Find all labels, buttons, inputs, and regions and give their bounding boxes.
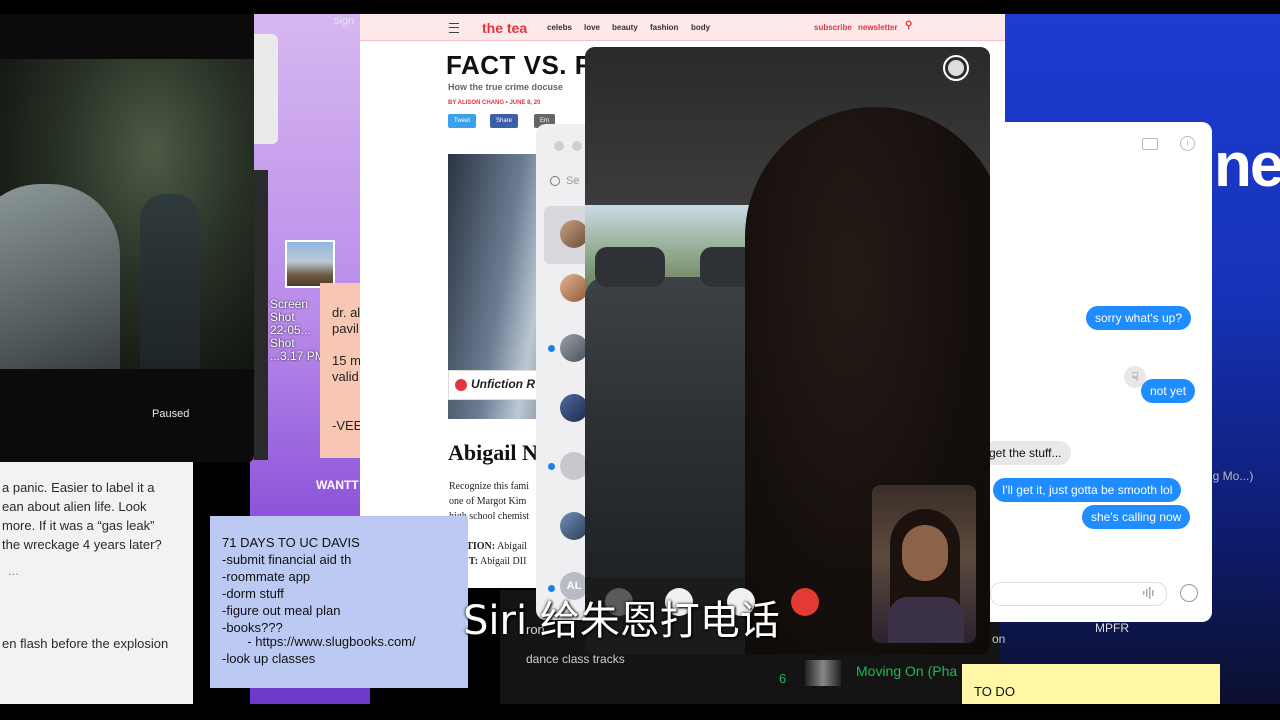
share-button[interactable]: Share xyxy=(490,114,519,128)
self-view-pip[interactable] xyxy=(872,485,976,643)
pip-face xyxy=(902,525,948,581)
playback-status: Paused xyxy=(152,408,190,420)
sticky-line: pavil xyxy=(332,321,359,336)
wallpaper-big-text: ne xyxy=(1214,131,1280,200)
sticky-line: -figure out meal plan xyxy=(222,603,341,618)
sticky-note-purple[interactable]: 71 DAYS TO UC DAVIS -submit financial ai… xyxy=(210,516,468,688)
nav-link-beauty[interactable]: beauty xyxy=(612,23,638,32)
note-line: a panic. Easier to label it a xyxy=(2,480,155,495)
tea-cup-icon xyxy=(455,379,467,391)
notes-window[interactable]: a panic. Easier to label it a ean about … xyxy=(0,462,193,704)
search-icon[interactable] xyxy=(550,176,560,186)
desktop-file-label: WANTT xyxy=(316,478,359,492)
message-input[interactable] xyxy=(990,582,1167,606)
video-subtitle: Siri 给朱恩打电话 xyxy=(463,598,780,644)
audio-waveform-icon[interactable] xyxy=(1142,586,1156,600)
message-bubble-received: get the stuff... xyxy=(990,441,1071,465)
sticky-note-yellow[interactable]: TO DO xyxy=(962,664,1220,708)
music-column-text: on xyxy=(992,632,1006,646)
avatar[interactable] xyxy=(560,512,586,540)
nav-link-fashion[interactable]: fashion xyxy=(650,23,678,32)
note-line: ... xyxy=(8,563,19,578)
nav-link-love[interactable]: love xyxy=(584,23,600,32)
newsletter-link[interactable]: newsletter xyxy=(858,23,898,32)
image-caption-brand: Unfiction R xyxy=(471,377,535,391)
background-window[interactable] xyxy=(254,34,278,144)
article-headline: FACT VS. F xyxy=(446,50,592,80)
info-icon[interactable]: i xyxy=(1180,136,1195,151)
fact-text: Abigail DII xyxy=(480,556,527,567)
message-bubble-sent: not yet xyxy=(1141,379,1196,403)
track-title[interactable]: Moving On (Pha xyxy=(856,663,957,679)
note-line: the wreckage 4 years later? xyxy=(2,537,162,552)
video-figure xyxy=(0,184,120,369)
bottom-letterbox xyxy=(0,704,1280,720)
nav-link-celebs[interactable]: celebs xyxy=(547,23,572,32)
window-minimize-button[interactable] xyxy=(572,141,582,151)
top-letterbox xyxy=(0,0,1280,14)
unread-indicator xyxy=(548,463,555,470)
avatar[interactable] xyxy=(560,220,586,248)
messages-search-input[interactable]: Se xyxy=(566,175,579,187)
messages-conversation-window[interactable]: i sorry what's up? ☟ not yet get the stu… xyxy=(990,122,1212,622)
screenshot-file-icon[interactable] xyxy=(285,240,335,288)
tweet-button[interactable]: Tweet xyxy=(448,114,477,128)
playlist-name[interactable]: dance class tracks xyxy=(526,652,625,666)
subscribe-link[interactable]: subscribe xyxy=(814,23,852,32)
sticky-link[interactable]: - https://www.slugbooks.com/ xyxy=(222,633,415,650)
messages-sidebar[interactable]: Se AL xyxy=(536,124,586,620)
sticky-line: dr. al xyxy=(332,305,360,320)
sticky-line: valid xyxy=(332,369,359,384)
unread-indicator xyxy=(548,345,555,352)
end-call-button[interactable] xyxy=(791,588,819,616)
default-avatar-icon[interactable] xyxy=(560,452,586,480)
video-figure-camera xyxy=(140,194,200,369)
message-bubble-sent: sorry what's up? xyxy=(1086,306,1191,330)
video-player-window[interactable]: Paused xyxy=(0,14,254,462)
sticky-line: -look up classes xyxy=(222,651,316,666)
article-byline: BY ALISON CHANG • JUNE 8, 20 xyxy=(448,100,541,106)
sticky-line: 15 m xyxy=(332,353,360,368)
artist-label: MPFR xyxy=(1095,621,1129,635)
sticky-title: TO DO xyxy=(974,684,1015,699)
message-bubble-sent: she's calling now xyxy=(1082,505,1191,529)
sticky-line: -roommate app xyxy=(222,569,311,584)
sticky-line: -dorm stuff xyxy=(222,586,284,601)
note-line: more. If it was a “gas leak” xyxy=(2,518,155,533)
track-artwork xyxy=(805,660,841,686)
wallpaper-side-text: ig Mo...) xyxy=(1210,469,1254,483)
avatar[interactable] xyxy=(560,394,586,422)
search-icon[interactable]: ⚲ xyxy=(905,20,912,31)
hamburger-menu-icon[interactable] xyxy=(449,23,459,33)
sticky-line: -submit financial aid th xyxy=(222,552,352,567)
note-line: en flash before the explosion xyxy=(2,636,169,651)
video-call-icon[interactable] xyxy=(1142,138,1158,150)
sticky-line: 71 DAYS TO UC DAVIS xyxy=(222,535,360,550)
track-number: 6 xyxy=(779,671,787,686)
article-subheadline: How the true crime docuse xyxy=(448,82,564,92)
article-section-heading: Abigail N xyxy=(448,440,538,465)
record-button[interactable] xyxy=(943,55,969,81)
nav-link-body[interactable]: body xyxy=(691,23,710,32)
site-logo[interactable]: the tea xyxy=(482,20,527,36)
window-close-button[interactable] xyxy=(554,141,564,151)
avatar[interactable] xyxy=(560,334,586,362)
site-nav: the tea celebs love beauty fashion body … xyxy=(360,14,1005,41)
headrest xyxy=(595,247,665,287)
avatar[interactable] xyxy=(560,274,586,302)
facetime-window[interactable] xyxy=(585,47,990,655)
fiction-text: Abigail xyxy=(497,541,528,552)
sticky-line: -VEE xyxy=(332,418,360,433)
message-bubble-sent: I'll get it, just gotta be smooth lol xyxy=(993,478,1182,502)
pip-body xyxy=(888,597,964,643)
wallpaper-text: sign xyxy=(334,15,355,27)
note-line: ean about alien life. Look xyxy=(2,499,147,514)
emoji-icon[interactable] xyxy=(1180,584,1198,602)
sticky-note-peach[interactable]: dr. al pavil 15 m valid -VEE xyxy=(320,283,360,458)
background-window-dark xyxy=(254,170,268,460)
